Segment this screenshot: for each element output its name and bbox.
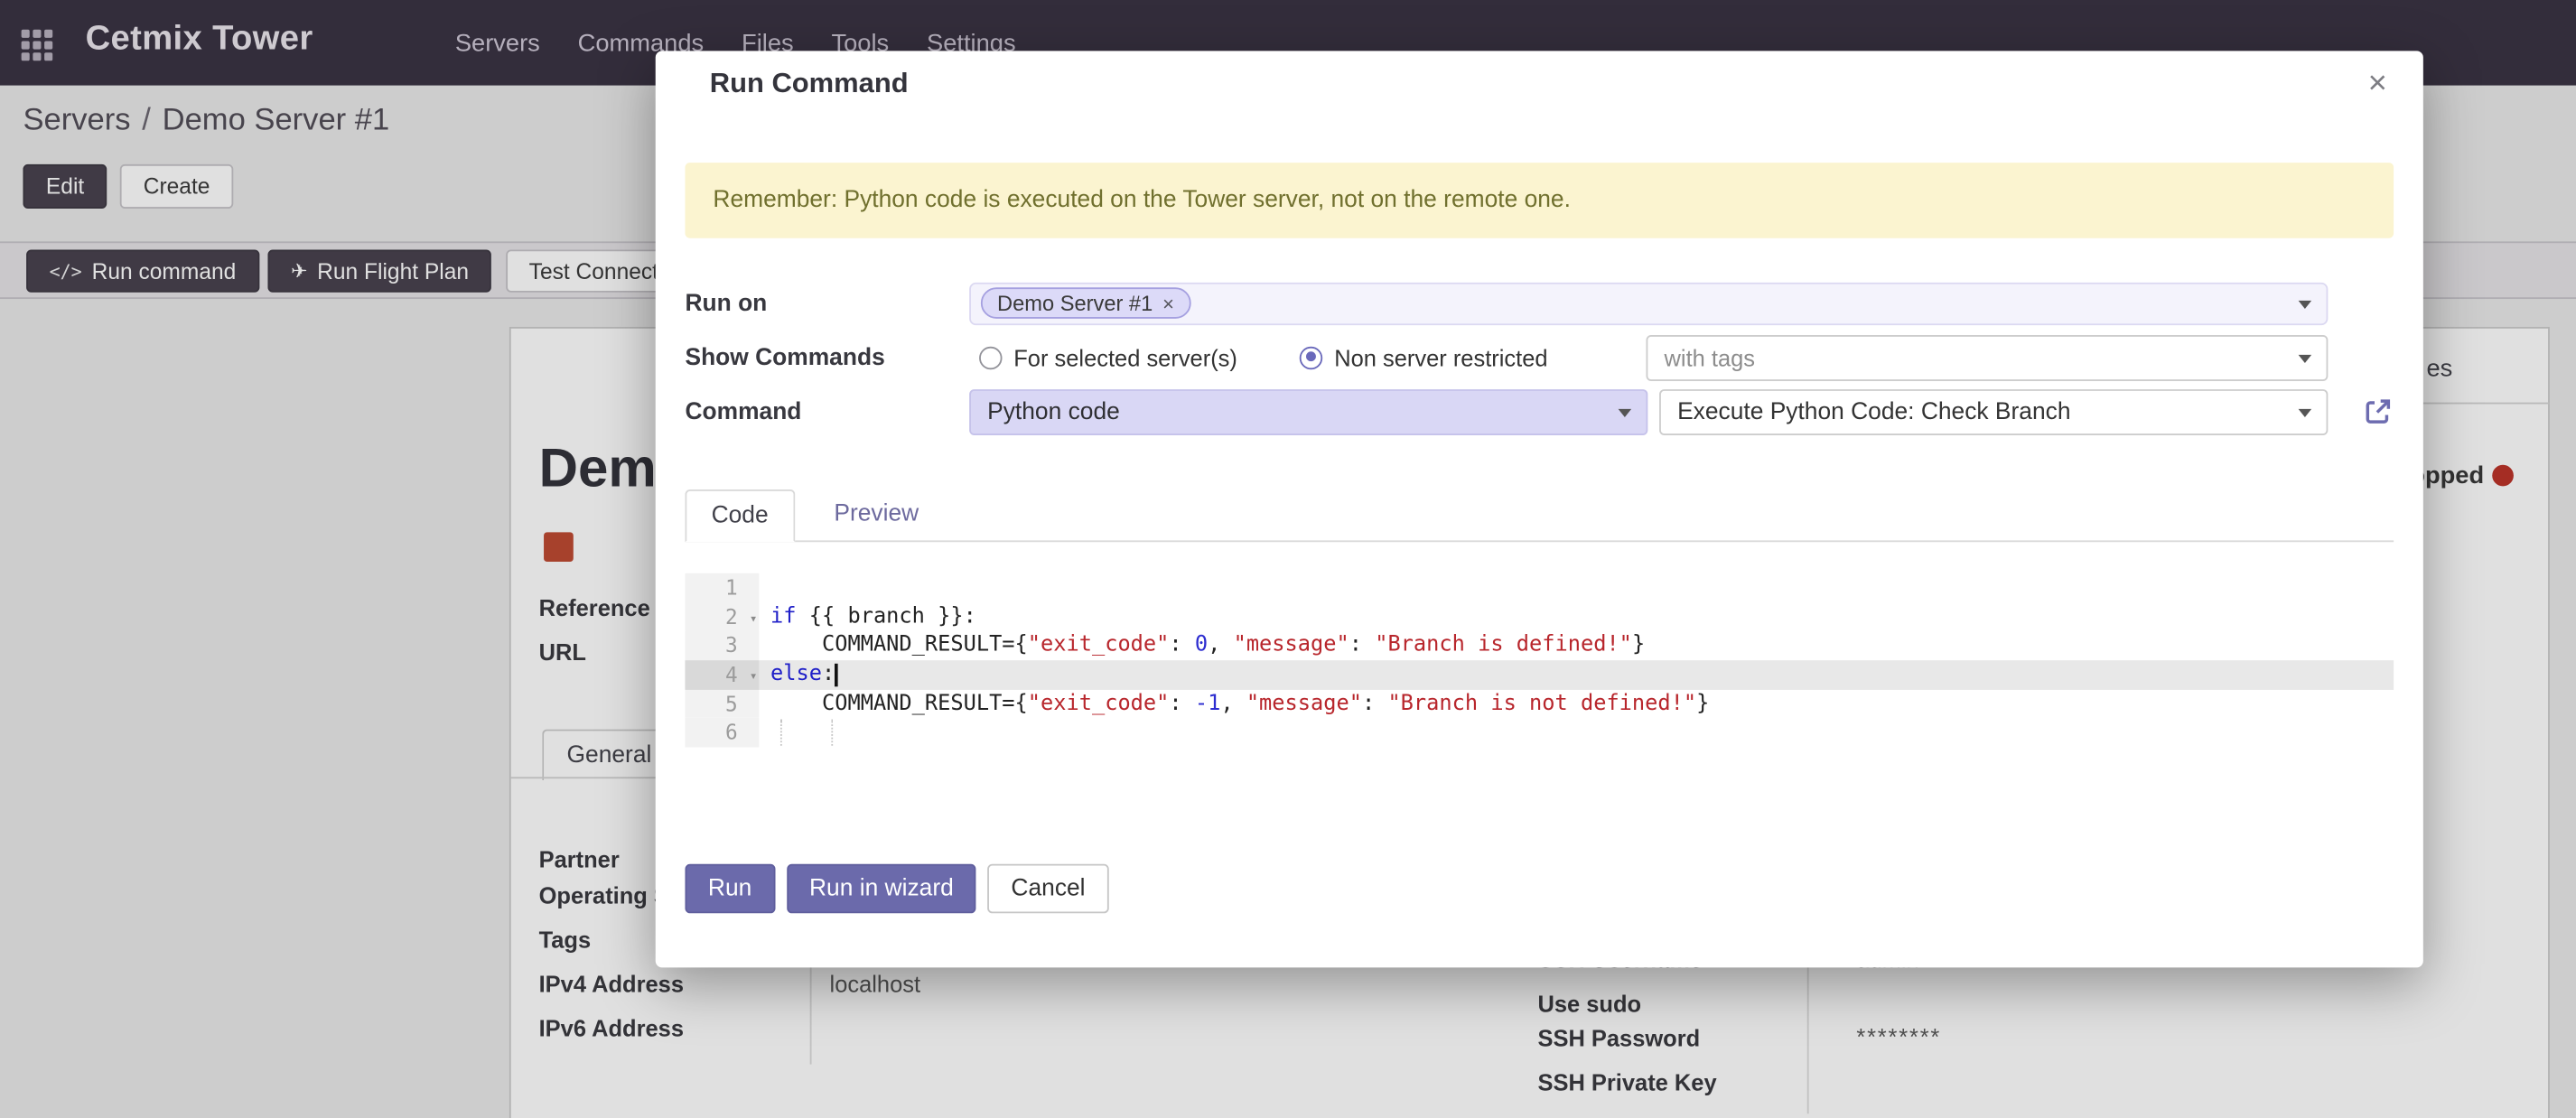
modal-body: Remember: Python code is executed on the…	[656, 163, 2423, 913]
command-type-value: Python code	[987, 398, 1120, 424]
with-tags-select[interactable]: with tags	[1647, 334, 2329, 380]
app-window: Cetmix Tower Servers Commands Files Tool…	[0, 0, 2576, 1118]
gutter-line-number[interactable]: 6	[685, 719, 759, 748]
external-link-icon[interactable]	[2363, 396, 2394, 427]
gutter-line-number[interactable]: 3	[685, 631, 759, 660]
modal-footer: Run Run in wizard Cancel	[685, 864, 2394, 914]
code-line[interactable]: 2▾if {{ branch }}:	[685, 602, 2394, 631]
tab-preview[interactable]: Preview	[809, 489, 943, 540]
radio-non-restricted-label[interactable]: Non server restricted	[1334, 344, 1547, 370]
caret-down-icon[interactable]	[2299, 300, 2312, 308]
gutter-line-number[interactable]: 5	[685, 689, 759, 718]
command-field-wrap: Python code Execute Python Code: Check B…	[969, 388, 2328, 434]
code-editor-lines: 12▾if {{ branch }}:3 COMMAND_RESULT={"ex…	[685, 573, 2394, 748]
code-line[interactable]: 4▾else:	[685, 660, 2394, 689]
run-on-input[interactable]: Demo Server #1 ×	[969, 282, 2328, 324]
cancel-button[interactable]: Cancel	[988, 864, 1108, 914]
gutter-line-number[interactable]: 4▾	[685, 660, 759, 689]
caret-down-icon[interactable]	[1619, 408, 1632, 416]
caret-down-icon[interactable]	[2299, 408, 2312, 416]
close-icon[interactable]: ×	[2368, 68, 2387, 100]
fold-toggle-icon[interactable]: ▾	[750, 604, 758, 633]
text-cursor	[835, 663, 837, 685]
python-warning-alert: Remember: Python code is executed on the…	[685, 163, 2394, 238]
radio-selected-servers-group: For selected server(s)	[979, 344, 1237, 370]
radio-selected-servers[interactable]	[979, 346, 1002, 368]
server-tag-chip[interactable]: Demo Server #1 ×	[981, 287, 1190, 319]
indent-guide	[780, 720, 782, 746]
screen: Cetmix Tower Servers Commands Files Tool…	[0, 0, 2576, 1118]
run-command-modal: Run Command × Remember: Python code is e…	[656, 51, 2423, 967]
editor-tabs: Code Preview	[685, 489, 2394, 542]
with-tags-placeholder: with tags	[1665, 344, 1755, 370]
run-on-field-wrap: Demo Server #1 ×	[969, 282, 2328, 324]
run-on-row: Run on Demo Server #1 ×	[685, 276, 2394, 331]
run-in-wizard-button[interactable]: Run in wizard	[787, 864, 977, 914]
gutter-line-number[interactable]: 2▾	[685, 602, 759, 631]
command-select-value: Execute Python Code: Check Branch	[1677, 398, 2070, 424]
radio-non-restricted-group: Non server restricted	[1300, 344, 1548, 370]
gutter-line-number[interactable]: 1	[685, 573, 759, 602]
caret-down-icon[interactable]	[2299, 354, 2312, 362]
command-row: Command Python code Execute Python Code:…	[685, 385, 2394, 439]
run-button[interactable]: Run	[685, 864, 774, 914]
fold-toggle-icon[interactable]: ▾	[750, 662, 758, 691]
radio-selected-servers-label[interactable]: For selected server(s)	[1013, 344, 1237, 370]
server-tag-label: Demo Server #1	[997, 291, 1153, 315]
run-on-label: Run on	[685, 290, 969, 316]
modal-title: Run Command	[710, 68, 909, 100]
tab-code[interactable]: Code	[685, 489, 794, 542]
modal-header: Run Command ×	[656, 51, 2423, 100]
remove-tag-icon[interactable]: ×	[1162, 293, 1174, 313]
command-label: Command	[685, 398, 969, 424]
command-select[interactable]: Execute Python Code: Check Branch	[1659, 388, 2328, 434]
code-line[interactable]: 6	[685, 719, 2394, 748]
radio-non-restricted[interactable]	[1300, 346, 1322, 368]
code-editor[interactable]: 12▾if {{ branch }}:3 COMMAND_RESULT={"ex…	[685, 573, 2394, 748]
show-commands-field-wrap: For selected server(s) Non server restri…	[969, 334, 2328, 380]
show-commands-row: Show Commands For selected server(s) Non…	[685, 331, 2394, 385]
indent-guide	[831, 720, 833, 746]
code-line[interactable]: 5 COMMAND_RESULT={"exit_code": -1, "mess…	[685, 689, 2394, 718]
code-line[interactable]: 1	[685, 573, 2394, 602]
code-line[interactable]: 3 COMMAND_RESULT={"exit_code": 0, "messa…	[685, 631, 2394, 660]
command-type-select[interactable]: Python code	[969, 388, 1647, 434]
show-commands-label: Show Commands	[685, 344, 969, 370]
